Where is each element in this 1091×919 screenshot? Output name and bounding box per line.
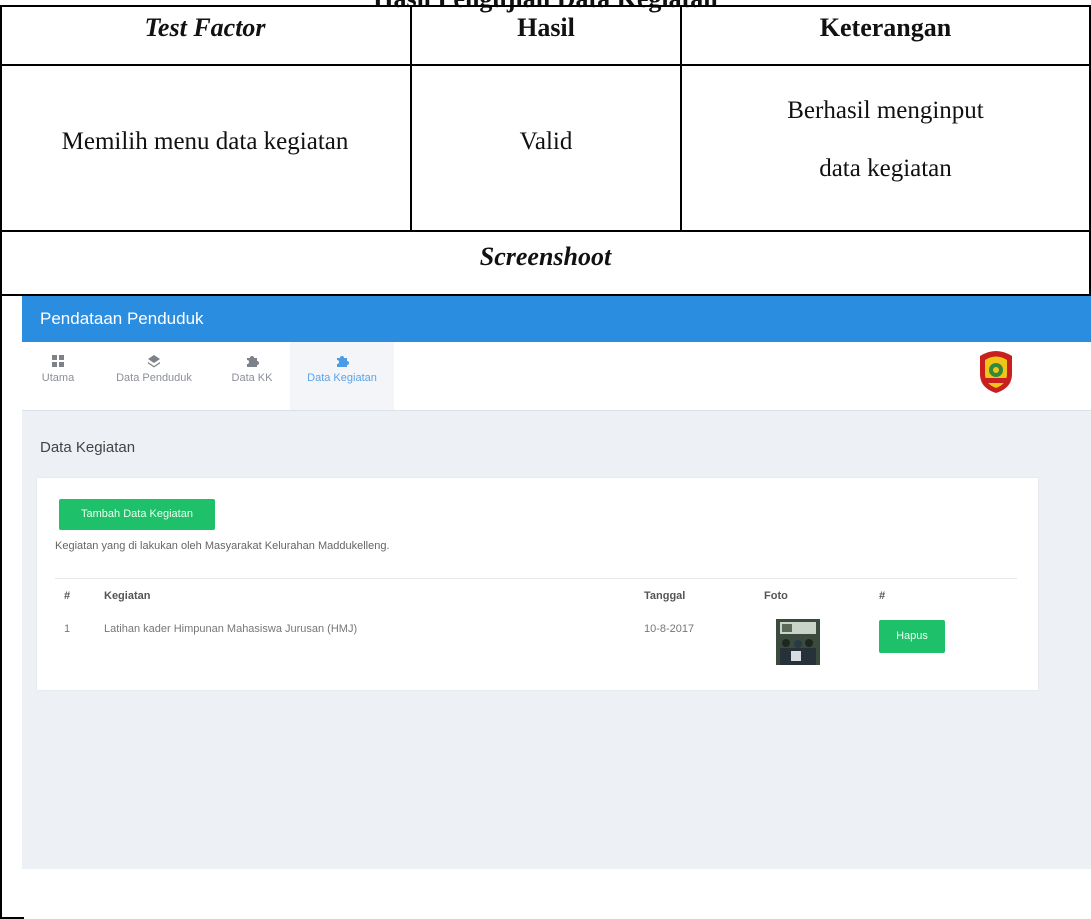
- nav-label-data-kk: Data KK: [231, 372, 273, 384]
- main-nav: Utama Data Penduduk Data KK Data Kegiata…: [22, 342, 1091, 411]
- column-header-foto: Foto: [764, 590, 788, 602]
- cell-keterangan-line2: data kegiatan: [819, 155, 952, 182]
- nav-item-data-kegiatan[interactable]: Data Kegiatan: [290, 342, 394, 410]
- column-header-no: #: [64, 590, 71, 602]
- cell-keterangan-line1: Berhasil menginput: [787, 97, 984, 124]
- activities-card: Tambah Data Kegiatan Kegiatan yang di la…: [37, 478, 1038, 690]
- header-hasil: Hasil: [517, 13, 575, 42]
- city-emblem-logo: [980, 351, 1012, 393]
- header-row-border: [0, 64, 1091, 66]
- nav-item-data-penduduk[interactable]: Data Penduduk: [104, 342, 204, 410]
- app-screenshot: Pendataan Penduduk Utama Data Penduduk D…: [22, 296, 1091, 869]
- page-title: Data Kegiatan: [40, 439, 136, 456]
- app-title: Pendataan Penduduk: [40, 309, 204, 328]
- cell-hasil: Valid: [519, 128, 573, 155]
- row-kegiatan: Latihan kader Himpunan Mahasiswa Jurusan…: [104, 623, 358, 635]
- column-header-action: #: [879, 590, 886, 602]
- nav-label-data-penduduk: Data Penduduk: [116, 372, 192, 384]
- app-header-bar: Pendataan Penduduk: [22, 296, 1091, 342]
- puzzle-icon: [337, 356, 349, 367]
- screenshot-heading: Screenshoot: [479, 242, 612, 271]
- puzzle-icon: [247, 356, 259, 367]
- card-description: Kegiatan yang di lakukan oleh Masyarakat…: [55, 540, 390, 552]
- data-row-border: [0, 230, 1091, 232]
- column-header-tanggal: Tanggal: [644, 590, 686, 602]
- layers-icon: [148, 355, 160, 368]
- row-tanggal: 10-8-2017: [644, 623, 695, 635]
- nav-label-utama: Utama: [41, 372, 75, 384]
- column-header-kegiatan: Kegiatan: [104, 590, 151, 602]
- table-divider: [55, 578, 1017, 579]
- row-number: 1: [64, 623, 71, 635]
- grid-icon: [52, 355, 64, 367]
- add-activity-button[interactable]: Tambah Data Kegiatan: [59, 499, 215, 530]
- table-top-border: [0, 5, 1091, 7]
- header-keterangan: Keterangan: [819, 13, 952, 42]
- test-result-document: Hasil Pengujian Data Kegiatan Test Facto…: [0, 0, 1091, 919]
- activity-photo: [776, 619, 820, 665]
- nav-item-utama[interactable]: Utama: [40, 342, 76, 410]
- header-test-factor: Test Factor: [144, 13, 266, 42]
- nav-label-data-kegiatan: Data Kegiatan: [307, 372, 377, 384]
- delete-button[interactable]: Hapus: [879, 620, 945, 653]
- nav-item-data-kk[interactable]: Data KK: [222, 342, 282, 410]
- cell-test-factor: Memilih menu data kegiatan: [61, 128, 349, 155]
